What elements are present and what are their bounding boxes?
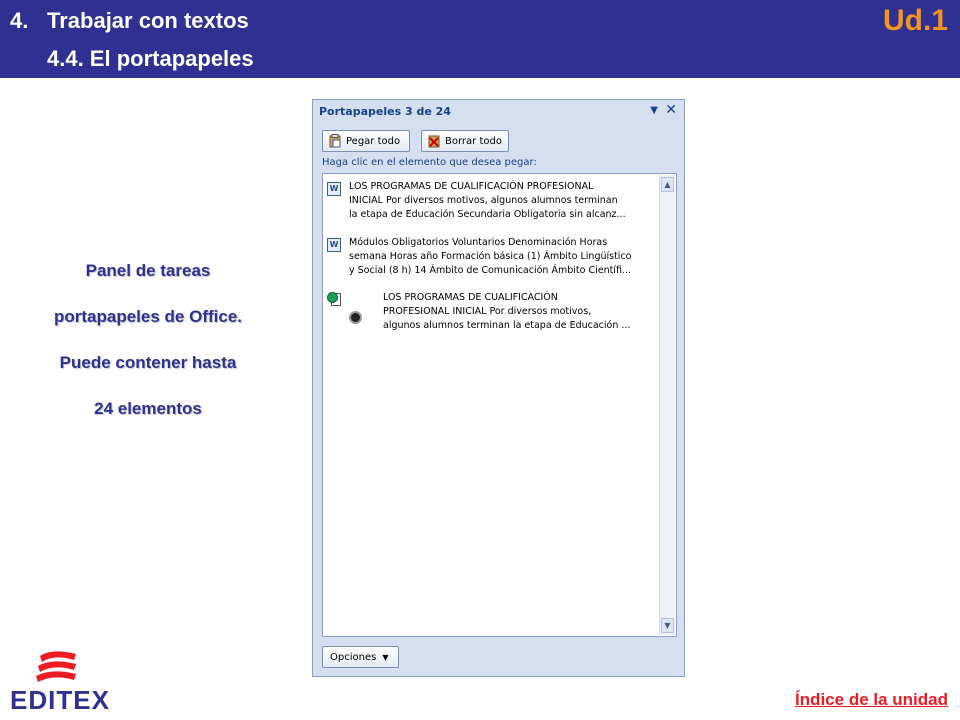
item-text-line: la etapa de Educación Secundaria Obligat… (349, 209, 626, 220)
item-text-line: Módulos Obligatorios Voluntarios Denomin… (349, 237, 608, 248)
unit-index-link[interactable]: Índice de la unidad (795, 690, 948, 710)
caption: Panel de tareas portapapeles de Office. … (18, 258, 278, 442)
editex-logo: EDITEX (10, 648, 109, 716)
logo-text: EDITEX (10, 685, 110, 715)
header-bar: 4. Trabajar con textos 4.4. El portapape… (0, 0, 960, 78)
word-doc-icon: W (327, 182, 341, 196)
clipboard-item[interactable]: W Módulos Obligatorios Voluntarios Denom… (327, 236, 657, 280)
pane-title: Portapapeles 3 de 24 (319, 105, 451, 118)
item-text-line: LOS PROGRAMAS DE CUALIFICACIÓN PROFESION… (349, 181, 594, 192)
options-label: Opciones (330, 651, 377, 663)
clear-all-label: Borrar todo (445, 135, 502, 147)
clear-icon (427, 134, 441, 148)
image-preview-icon (349, 311, 362, 324)
clipboard-item[interactable]: W LOS PROGRAMAS DE CUALIFICACIÓN PROFESI… (327, 180, 657, 224)
logo-mark-icon (36, 651, 76, 682)
item-text-line: y Social (8 h) 14 Ámbito de Comunicación… (349, 265, 631, 276)
options-button[interactable]: Opciones ▼ (322, 646, 399, 668)
subsection-title: 4.4. El portapapeles (47, 46, 254, 71)
clipboard-item[interactable]: LOS PROGRAMAS DE CUALIFICACIÓN PROFESION… (327, 291, 657, 339)
paste-all-button[interactable]: Pegar todo (322, 130, 410, 152)
caption-line: Puede contener hasta (59, 353, 237, 372)
pane-menu-dropdown-icon[interactable]: ▼ (650, 105, 658, 116)
caption-line: Panel de tareas (85, 261, 211, 280)
scroll-up-icon[interactable]: ▲ (661, 177, 674, 192)
paste-all-label: Pegar todo (346, 135, 401, 147)
item-text-line: algunos alumnos terminan la etapa de Edu… (383, 320, 631, 331)
clipboard-items-list: W LOS PROGRAMAS DE CUALIFICACIÓN PROFESI… (322, 173, 677, 637)
item-text-line: INICIAL Por diversos motivos, algunos al… (349, 195, 618, 206)
unit-label: Ud.1 (882, 4, 948, 37)
clipboard-task-pane: Portapapeles 3 de 24 ▼ ✕ Pegar todo Borr… (312, 99, 685, 677)
item-text-line: PROFESIONAL INICIAL Por diversos motivos… (383, 306, 592, 317)
paste-icon (328, 134, 342, 148)
item-text-line: LOS PROGRAMAS DE CUALIFICACIÓN (383, 292, 558, 303)
clear-all-button[interactable]: Borrar todo (421, 130, 509, 152)
section-title: Trabajar con textos (47, 8, 249, 33)
caption-line: portapapeles de Office. (54, 307, 242, 326)
instruction-text: Haga clic en el elemento que desea pegar… (322, 157, 537, 168)
pane-close-icon[interactable]: ✕ (665, 102, 677, 118)
vertical-scrollbar[interactable]: ▲ ▼ (659, 175, 675, 635)
caption-line: 24 elementos (94, 399, 202, 418)
scroll-down-icon[interactable]: ▼ (661, 618, 674, 633)
word-doc-icon: W (327, 238, 341, 252)
item-text-line: semana Horas año Formación básica (1) Ám… (349, 251, 632, 262)
section-number: 4. (10, 8, 29, 33)
chevron-down-icon: ▼ (382, 652, 389, 662)
